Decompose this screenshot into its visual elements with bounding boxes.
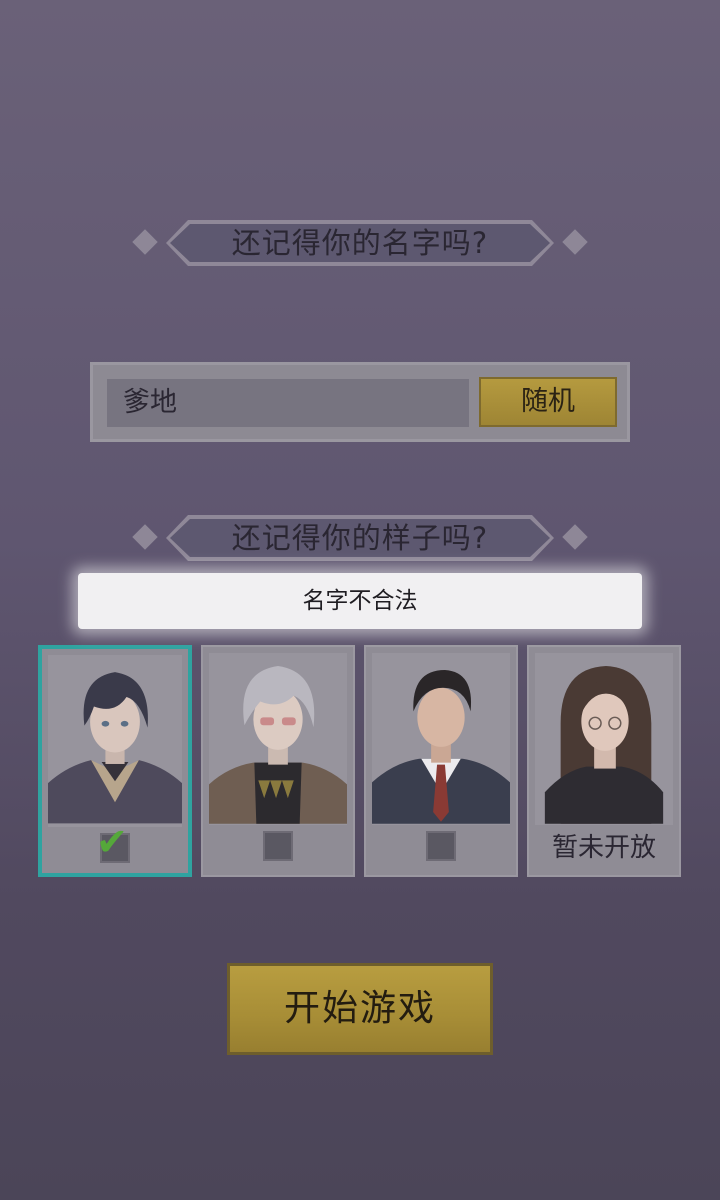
male-character-1-illustration — [48, 672, 182, 824]
name-input[interactable]: 爹地 — [107, 379, 469, 427]
checkmark-icon: ✔ — [96, 820, 128, 864]
character-checkbox-3[interactable] — [426, 831, 456, 861]
male-character-3-illustration — [372, 670, 510, 824]
locked-label: 暂未开放 — [551, 833, 656, 863]
appearance-prompt-banner: 还记得你的样子吗? — [130, 515, 590, 563]
character-portrait-1 — [48, 655, 182, 827]
character-checkbox-2[interactable] — [263, 831, 293, 861]
character-card-1[interactable]: ✔ — [38, 645, 192, 877]
name-entry-panel: 爹地 随机 — [90, 362, 630, 442]
character-portrait-3 — [372, 653, 510, 825]
male-character-2-illustration — [209, 666, 347, 824]
character-card-4: 暂未开放 — [527, 645, 681, 877]
character-portrait-2 — [209, 653, 347, 825]
random-name-button[interactable]: 随机 — [479, 377, 617, 427]
female-character-illustration — [544, 666, 664, 824]
character-checkbox-1[interactable]: ✔ — [96, 823, 130, 863]
error-toast: 名字不合法 — [78, 573, 642, 629]
name-prompt-text: 还记得你的名字吗? — [231, 226, 489, 260]
appearance-prompt-text: 还记得你的样子吗? — [231, 521, 489, 555]
start-game-button[interactable]: 开始游戏 — [227, 963, 493, 1055]
character-card-3[interactable] — [364, 645, 518, 877]
character-portrait-4 — [535, 653, 673, 825]
name-prompt-banner: 还记得你的名字吗? — [130, 220, 590, 268]
character-card-2[interactable] — [201, 645, 355, 877]
